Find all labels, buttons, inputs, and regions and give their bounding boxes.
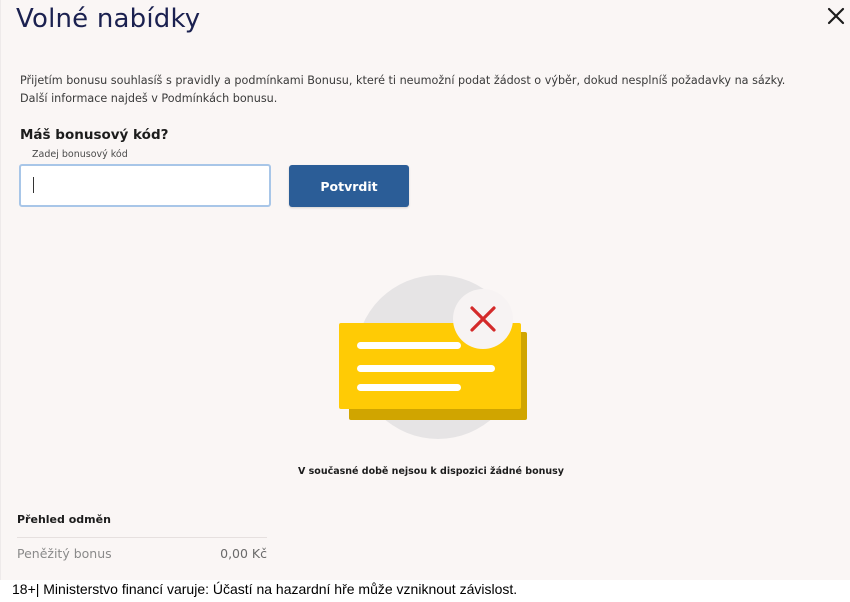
empty-state-message: V současné době nejsou k dispozici žádné… [297,466,564,477]
reward-row-cash-bonus: Peněžitý bonus 0,00 Kč [17,537,267,567]
bonus-code-label: Zadej bonusový kód [32,149,128,160]
reward-label: Peněžitý bonus [17,546,112,561]
close-button[interactable] [823,3,849,29]
no-bonus-card-icon [339,275,527,439]
bonus-code-question: Máš bonusový kód? [20,127,169,143]
terms-link-text: Další informace najdeš v Podmínkách bonu… [20,92,278,105]
rewards-title: Přehled odměn [17,513,111,526]
terms-text: Přijetím bonusu souhlasíš s pravidly a p… [20,74,786,87]
gambling-warning: 18+| Ministerstvo financí varuje: Účastí… [12,581,518,597]
bonus-terms-info: Přijetím bonusu souhlasíš s pravidly a p… [20,72,840,108]
close-icon [827,7,845,25]
confirm-button[interactable]: Potvrdit [289,165,409,207]
page-title: Volné nabídky [16,4,201,34]
text-caret [33,177,34,193]
reward-value: 0,00 Kč [220,546,267,561]
bonus-panel: Volné nabídky Přijetím bonusu souhlasíš … [0,0,850,580]
bonus-code-input[interactable] [19,164,271,207]
